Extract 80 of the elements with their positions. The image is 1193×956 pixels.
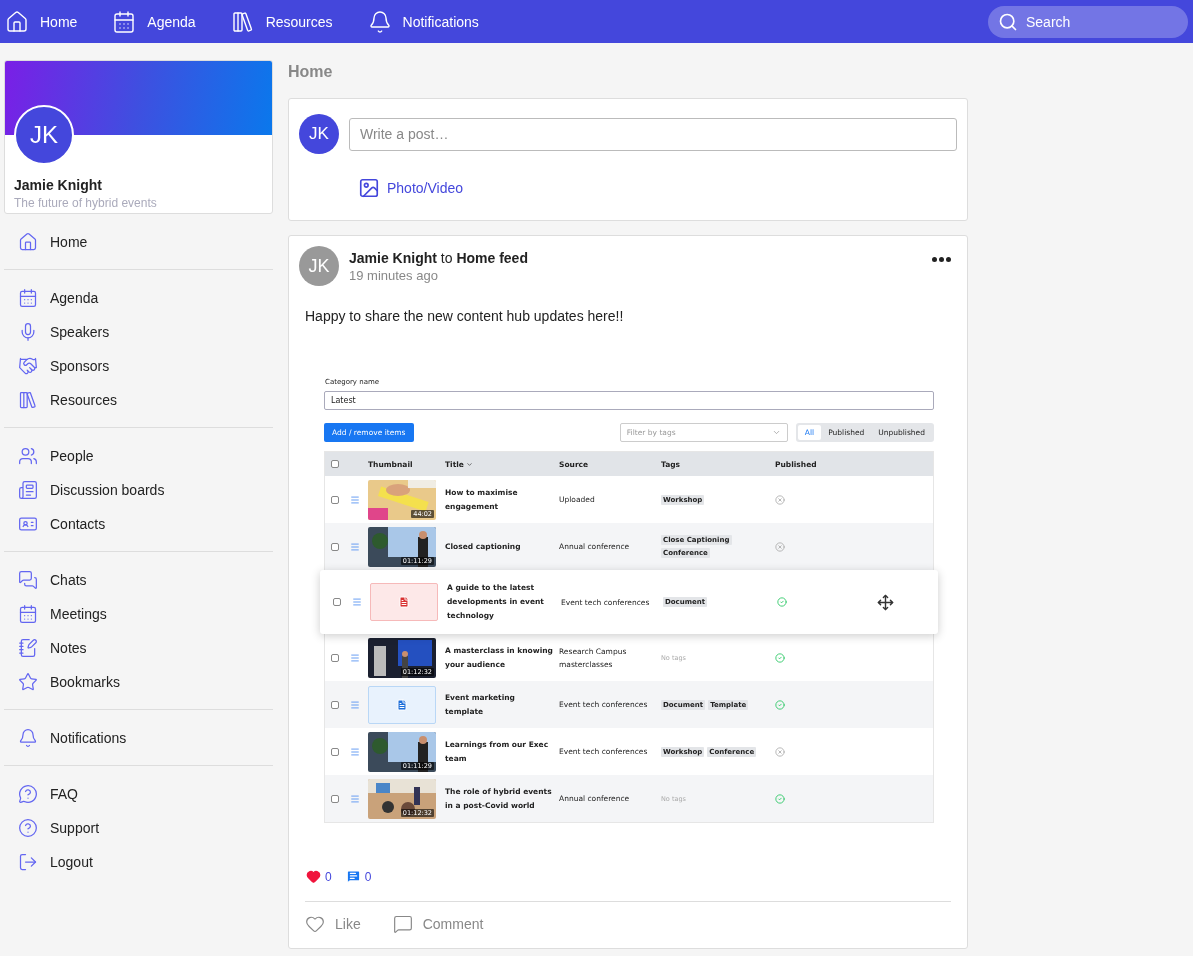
house-icon <box>18 232 38 252</box>
row-checkbox[interactable] <box>333 598 341 606</box>
search-icon <box>998 11 1018 32</box>
comment-icon <box>392 914 413 934</box>
drag-handle-icon[interactable] <box>350 541 360 552</box>
category-field[interactable]: Latest <box>324 391 934 410</box>
pdf-file-icon <box>398 596 410 608</box>
author-avatar: JK <box>299 246 339 286</box>
drag-handle-icon[interactable] <box>350 746 360 757</box>
post-text: Happy to share the new content hub updates here!! <box>305 308 625 324</box>
page-title: Home <box>288 63 334 81</box>
drag-handle-icon[interactable] <box>350 793 360 804</box>
drag-handle-icon[interactable] <box>350 699 360 710</box>
books-icon <box>18 390 38 410</box>
sort-icon <box>465 460 473 468</box>
comment-button[interactable]: Comment <box>392 914 484 934</box>
move-icon <box>877 593 894 611</box>
row-checkbox[interactable] <box>331 747 339 756</box>
calendar-icon <box>18 288 38 308</box>
calendar-icon <box>18 604 38 624</box>
chevron-down-icon <box>771 428 781 437</box>
board-icon <box>18 480 38 500</box>
more-options-icon[interactable] <box>932 257 951 262</box>
document-file-icon <box>396 698 408 711</box>
profile-tagline: The future of hybrid events <box>14 196 158 210</box>
nav-link[interactable]: Home <box>5 9 78 34</box>
sidebar-item[interactable]: Chats <box>4 563 273 597</box>
post-time: 19 minutes ago <box>349 267 439 283</box>
row-checkbox[interactable] <box>331 794 339 803</box>
sidebar-item[interactable]: Meetings <box>4 597 273 631</box>
sidebar-item[interactable]: Contacts <box>4 507 273 541</box>
people-icon <box>18 446 38 466</box>
comment-count: 0 <box>345 869 372 884</box>
sidebar-item[interactable]: Logout <box>4 845 273 879</box>
sidebar-item[interactable]: Discussion boards <box>4 473 273 507</box>
drag-handle-icon[interactable] <box>350 652 360 663</box>
user-avatar: JK <box>299 114 339 154</box>
post-header: Jamie Knight to Home feed <box>349 249 528 266</box>
notepad-icon <box>18 638 38 658</box>
sidebar-item[interactable]: Notifications <box>4 721 273 755</box>
drag-handle-icon[interactable] <box>352 597 362 607</box>
help-icon <box>18 818 38 838</box>
comment-bubble-icon <box>345 869 361 884</box>
bell-icon <box>18 728 38 748</box>
sidebar-item[interactable]: Home <box>4 225 273 259</box>
nav-link[interactable]: Agenda <box>112 9 196 34</box>
row-checkbox[interactable] <box>331 653 339 662</box>
sidebar-item[interactable]: Support <box>4 811 273 845</box>
sidebar-item[interactable]: Bookmarks <box>4 665 273 699</box>
calendar-icon <box>112 9 137 34</box>
bell-icon <box>367 9 392 34</box>
select-all-checkbox[interactable] <box>331 460 339 468</box>
post-input[interactable]: Write a post… <box>349 117 957 151</box>
chat-bubbles-icon <box>18 570 38 590</box>
star-icon <box>18 672 38 692</box>
profile-name: Jamie Knight <box>14 177 103 193</box>
handshake-icon <box>18 356 38 376</box>
house-icon <box>5 9 29 34</box>
sidebar-item[interactable]: FAQ <box>4 777 273 811</box>
like-button[interactable]: Like <box>305 914 361 934</box>
sidebar-item[interactable]: Resources <box>4 383 273 417</box>
sidebar-item[interactable]: Agenda <box>4 281 273 315</box>
photo-video-button[interactable]: Photo/Video <box>358 177 464 199</box>
sidebar-item[interactable]: Notes <box>4 631 273 665</box>
row-checkbox[interactable] <box>331 700 339 709</box>
row-checkbox[interactable] <box>331 542 339 551</box>
drag-handle-icon[interactable] <box>350 494 360 505</box>
books-icon <box>230 9 255 34</box>
nav-link[interactable]: Notifications <box>367 9 479 34</box>
logout-icon <box>18 852 38 872</box>
heart-icon <box>305 914 325 934</box>
image-icon <box>358 177 380 199</box>
sidebar-item[interactable]: Speakers <box>4 315 273 349</box>
sidebar-item[interactable]: People <box>4 439 273 473</box>
nav-link[interactable]: Resources <box>230 9 333 34</box>
question-bubble-icon <box>18 784 38 804</box>
profile-avatar: JK <box>14 105 74 165</box>
sidebar-item[interactable]: Sponsors <box>4 349 273 383</box>
like-count: 0 <box>306 869 332 884</box>
row-checkbox[interactable] <box>331 495 339 504</box>
